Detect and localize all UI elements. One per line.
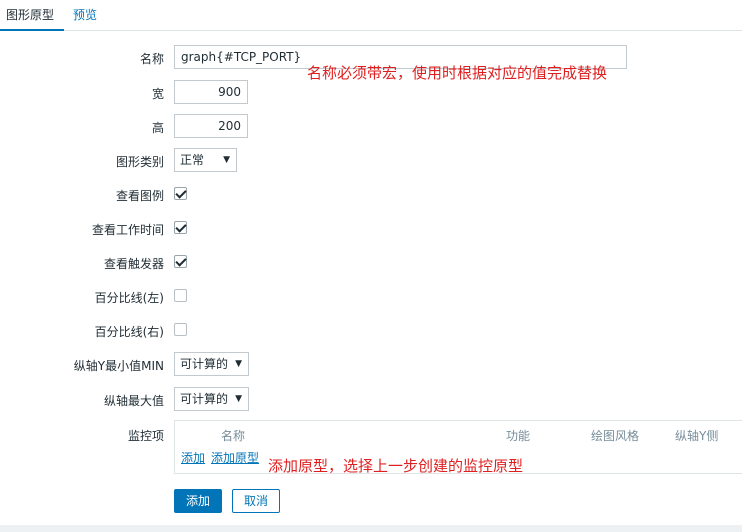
tab-bar: 图形原型 预览 <box>0 0 742 31</box>
chevron-down-icon: ▼ <box>235 394 242 404</box>
graph-type-value: 正常 <box>180 153 205 167</box>
y-min-label: 纵轴Y最小值MIN <box>73 359 164 373</box>
y-max-value: 可计算的 <box>180 392 229 406</box>
add-item-link[interactable]: 添加 <box>181 449 205 466</box>
column-header-y-axis-side: 纵轴Y侧 <box>675 429 719 443</box>
show-legend-checkbox[interactable] <box>174 187 187 200</box>
y-min-select[interactable]: 可计算的 ▼ <box>174 352 249 376</box>
show-work-period-label: 查看工作时间 <box>91 223 164 237</box>
column-header-function: 功能 <box>506 429 531 443</box>
y-min-value: 可计算的 <box>180 357 229 371</box>
items-annotation: 添加原型，选择上一步创建的监控原型 <box>268 457 524 475</box>
chevron-down-icon: ▼ <box>235 359 242 369</box>
height-input[interactable]: 200 <box>174 114 248 138</box>
cancel-button[interactable]: 取消 <box>232 489 280 513</box>
percentile-left-label: 百分比线(左) <box>94 291 164 305</box>
show-triggers-checkbox[interactable] <box>174 255 187 268</box>
add-prototype-link[interactable]: 添加原型 <box>211 449 259 466</box>
show-legend-label: 查看图例 <box>115 189 164 203</box>
y-max-select[interactable]: 可计算的 ▼ <box>174 387 249 411</box>
name-label: 名称 <box>139 52 164 66</box>
width-label: 宽 <box>151 87 164 101</box>
tab-graph-prototype[interactable]: 图形原型 <box>0 7 64 31</box>
name-annotation: 名称必须带宏，使用时根据对应的值完成替换 <box>307 64 608 82</box>
show-triggers-label: 查看触发器 <box>103 257 164 271</box>
column-header-draw-style: 绘图风格 <box>591 429 640 443</box>
items-label: 监控项 <box>127 429 164 443</box>
y-max-label: 纵轴最大值 <box>103 394 164 408</box>
percentile-right-label: 百分比线(右) <box>94 325 164 339</box>
width-input[interactable]: 900 <box>174 80 248 104</box>
add-button[interactable]: 添加 <box>174 489 222 513</box>
percentile-left-checkbox[interactable] <box>174 289 187 302</box>
height-label: 高 <box>151 121 164 135</box>
percentile-right-checkbox[interactable] <box>174 323 187 336</box>
show-work-period-checkbox[interactable] <box>174 221 187 234</box>
graph-type-label: 图形类别 <box>115 155 164 169</box>
column-header-name: 名称 <box>221 429 246 443</box>
tab-preview[interactable]: 预览 <box>73 7 97 31</box>
footer-bar <box>0 525 742 532</box>
chevron-down-icon: ▼ <box>223 155 230 165</box>
graph-type-select[interactable]: 正常 ▼ <box>174 148 237 172</box>
